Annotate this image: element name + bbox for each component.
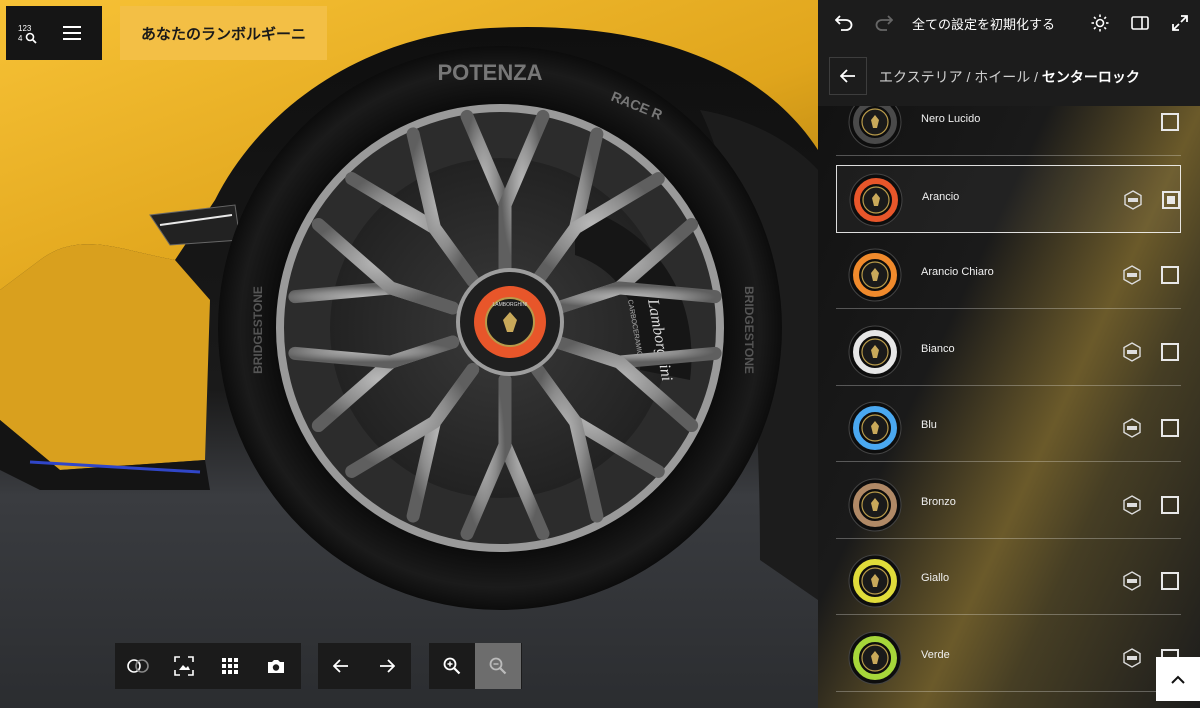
- center-lock-swatch-icon: [848, 325, 902, 378]
- tire-brand-text: POTENZA: [437, 60, 542, 85]
- car-wheel-render: POTENZA RACE R BRIDGESTONE BRIDGESTONE L…: [0, 0, 818, 610]
- brand-tag[interactable]: あなたのランボルギーニ: [120, 6, 327, 60]
- ad-personam-badge-icon: [1123, 647, 1141, 668]
- panel-toggle-icon[interactable]: [1120, 0, 1160, 46]
- option-label: Bronzo: [921, 495, 956, 508]
- center-lock-swatch-icon: [848, 106, 902, 149]
- view-toolbar: [115, 643, 301, 689]
- center-lock-swatch-icon: [848, 248, 902, 302]
- scroll-to-top-button[interactable]: [1156, 657, 1200, 701]
- configurator-panel: 全ての設定を初期化する エクステリア / ホイール / センターロック Nero…: [818, 0, 1200, 708]
- arrow-left-icon: [840, 69, 855, 83]
- back-button[interactable]: [829, 57, 867, 95]
- center-lock-swatch-icon: [848, 478, 902, 531]
- fullscreen-image-icon[interactable]: [161, 643, 207, 689]
- ad-personam-badge-icon: [1123, 571, 1141, 591]
- arrow-right-icon[interactable]: [364, 643, 410, 689]
- option-label: Bianco: [921, 342, 955, 355]
- ad-personam-badge-icon: [1124, 189, 1142, 210]
- sidewall-text-right: BRIDGESTONE: [742, 286, 756, 374]
- breadcrumb-parent[interactable]: エクステリア / ホイール /: [879, 69, 1042, 85]
- menu-icon[interactable]: [50, 11, 94, 55]
- breadcrumb-current: センターロック: [1041, 69, 1140, 85]
- center-lock-swatch-icon: [848, 554, 902, 608]
- option-label: Giallo: [921, 572, 950, 584]
- option-row[interactable]: Verde: [836, 624, 1181, 692]
- option-checkbox[interactable]: [1161, 495, 1179, 514]
- center-lock-swatch-icon: [849, 173, 903, 226]
- breadcrumb-bar: エクステリア / ホイール / センターロック: [818, 46, 1200, 106]
- arrow-left-icon[interactable]: [318, 643, 364, 689]
- chevron-up-icon: [1171, 675, 1185, 684]
- breadcrumb: エクステリア / ホイール / センターロック: [879, 67, 1140, 87]
- sidewall-text-left: BRIDGESTONE: [251, 286, 265, 374]
- center-lock-swatch-icon: [848, 631, 902, 684]
- svg-text:123: 123: [18, 24, 32, 33]
- option-checkbox[interactable]: [1161, 419, 1179, 437]
- zoom-out-icon[interactable]: [475, 643, 521, 689]
- undo-icon[interactable]: [824, 0, 864, 46]
- option-row[interactable]: Arancio Chiaro: [836, 241, 1181, 309]
- option-label: Blu: [921, 419, 937, 431]
- option-row[interactable]: Blu: [836, 394, 1181, 462]
- top-left-controls: 123 4: [6, 6, 102, 60]
- option-label: Verde: [921, 648, 950, 661]
- ad-personam-badge-icon: [1123, 494, 1141, 515]
- brightness-icon[interactable]: [1080, 0, 1120, 46]
- center-lock-swatch-icon: [848, 401, 902, 455]
- option-row[interactable]: Bronzo: [836, 471, 1181, 539]
- option-label: Arancio: [922, 190, 960, 203]
- option-checkbox[interactable]: [1161, 266, 1179, 284]
- zoom-toolbar: [429, 643, 522, 689]
- reset-all-button[interactable]: 全ての設定を初期化する: [912, 14, 1080, 33]
- panel-toolbar: 全ての設定を初期化する: [818, 0, 1200, 46]
- option-checkbox[interactable]: [1162, 190, 1180, 209]
- option-label: Nero Lucido: [921, 113, 981, 125]
- navigation-toolbar: [318, 643, 411, 689]
- svg-text:4: 4: [18, 34, 23, 43]
- hub-logo-text: LAMBORGHINI: [492, 302, 527, 308]
- option-row[interactable]: Bianco: [836, 318, 1181, 386]
- numbered-search-icon[interactable]: 123 4: [6, 11, 50, 55]
- option-row[interactable]: Arancio: [836, 164, 1181, 233]
- option-row[interactable]: Giallo: [836, 547, 1181, 615]
- car-bumper: [0, 244, 210, 470]
- option-label: Arancio Chiaro: [921, 266, 994, 278]
- option-checkbox[interactable]: [1161, 113, 1179, 131]
- zoom-in-icon[interactable]: [429, 643, 475, 689]
- ad-personam-badge-icon: [1123, 265, 1141, 285]
- option-checkbox[interactable]: [1161, 342, 1179, 361]
- ad-personam-badge-icon: [1123, 341, 1141, 362]
- camera-icon[interactable]: [253, 643, 299, 689]
- ad-personam-badge-icon: [1123, 418, 1141, 438]
- car-viewer[interactable]: POTENZA RACE R BRIDGESTONE BRIDGESTONE L…: [0, 0, 818, 708]
- grid-icon[interactable]: [207, 643, 253, 689]
- compare-icon[interactable]: [115, 643, 161, 689]
- option-checkbox[interactable]: [1161, 572, 1179, 590]
- option-row[interactable]: Nero Lucido: [836, 106, 1181, 156]
- expand-icon[interactable]: [1160, 0, 1200, 46]
- redo-icon[interactable]: [864, 0, 904, 46]
- option-list[interactable]: Nero Lucido Arancio Arancio Chiaro Bianco Bl…: [818, 106, 1200, 708]
